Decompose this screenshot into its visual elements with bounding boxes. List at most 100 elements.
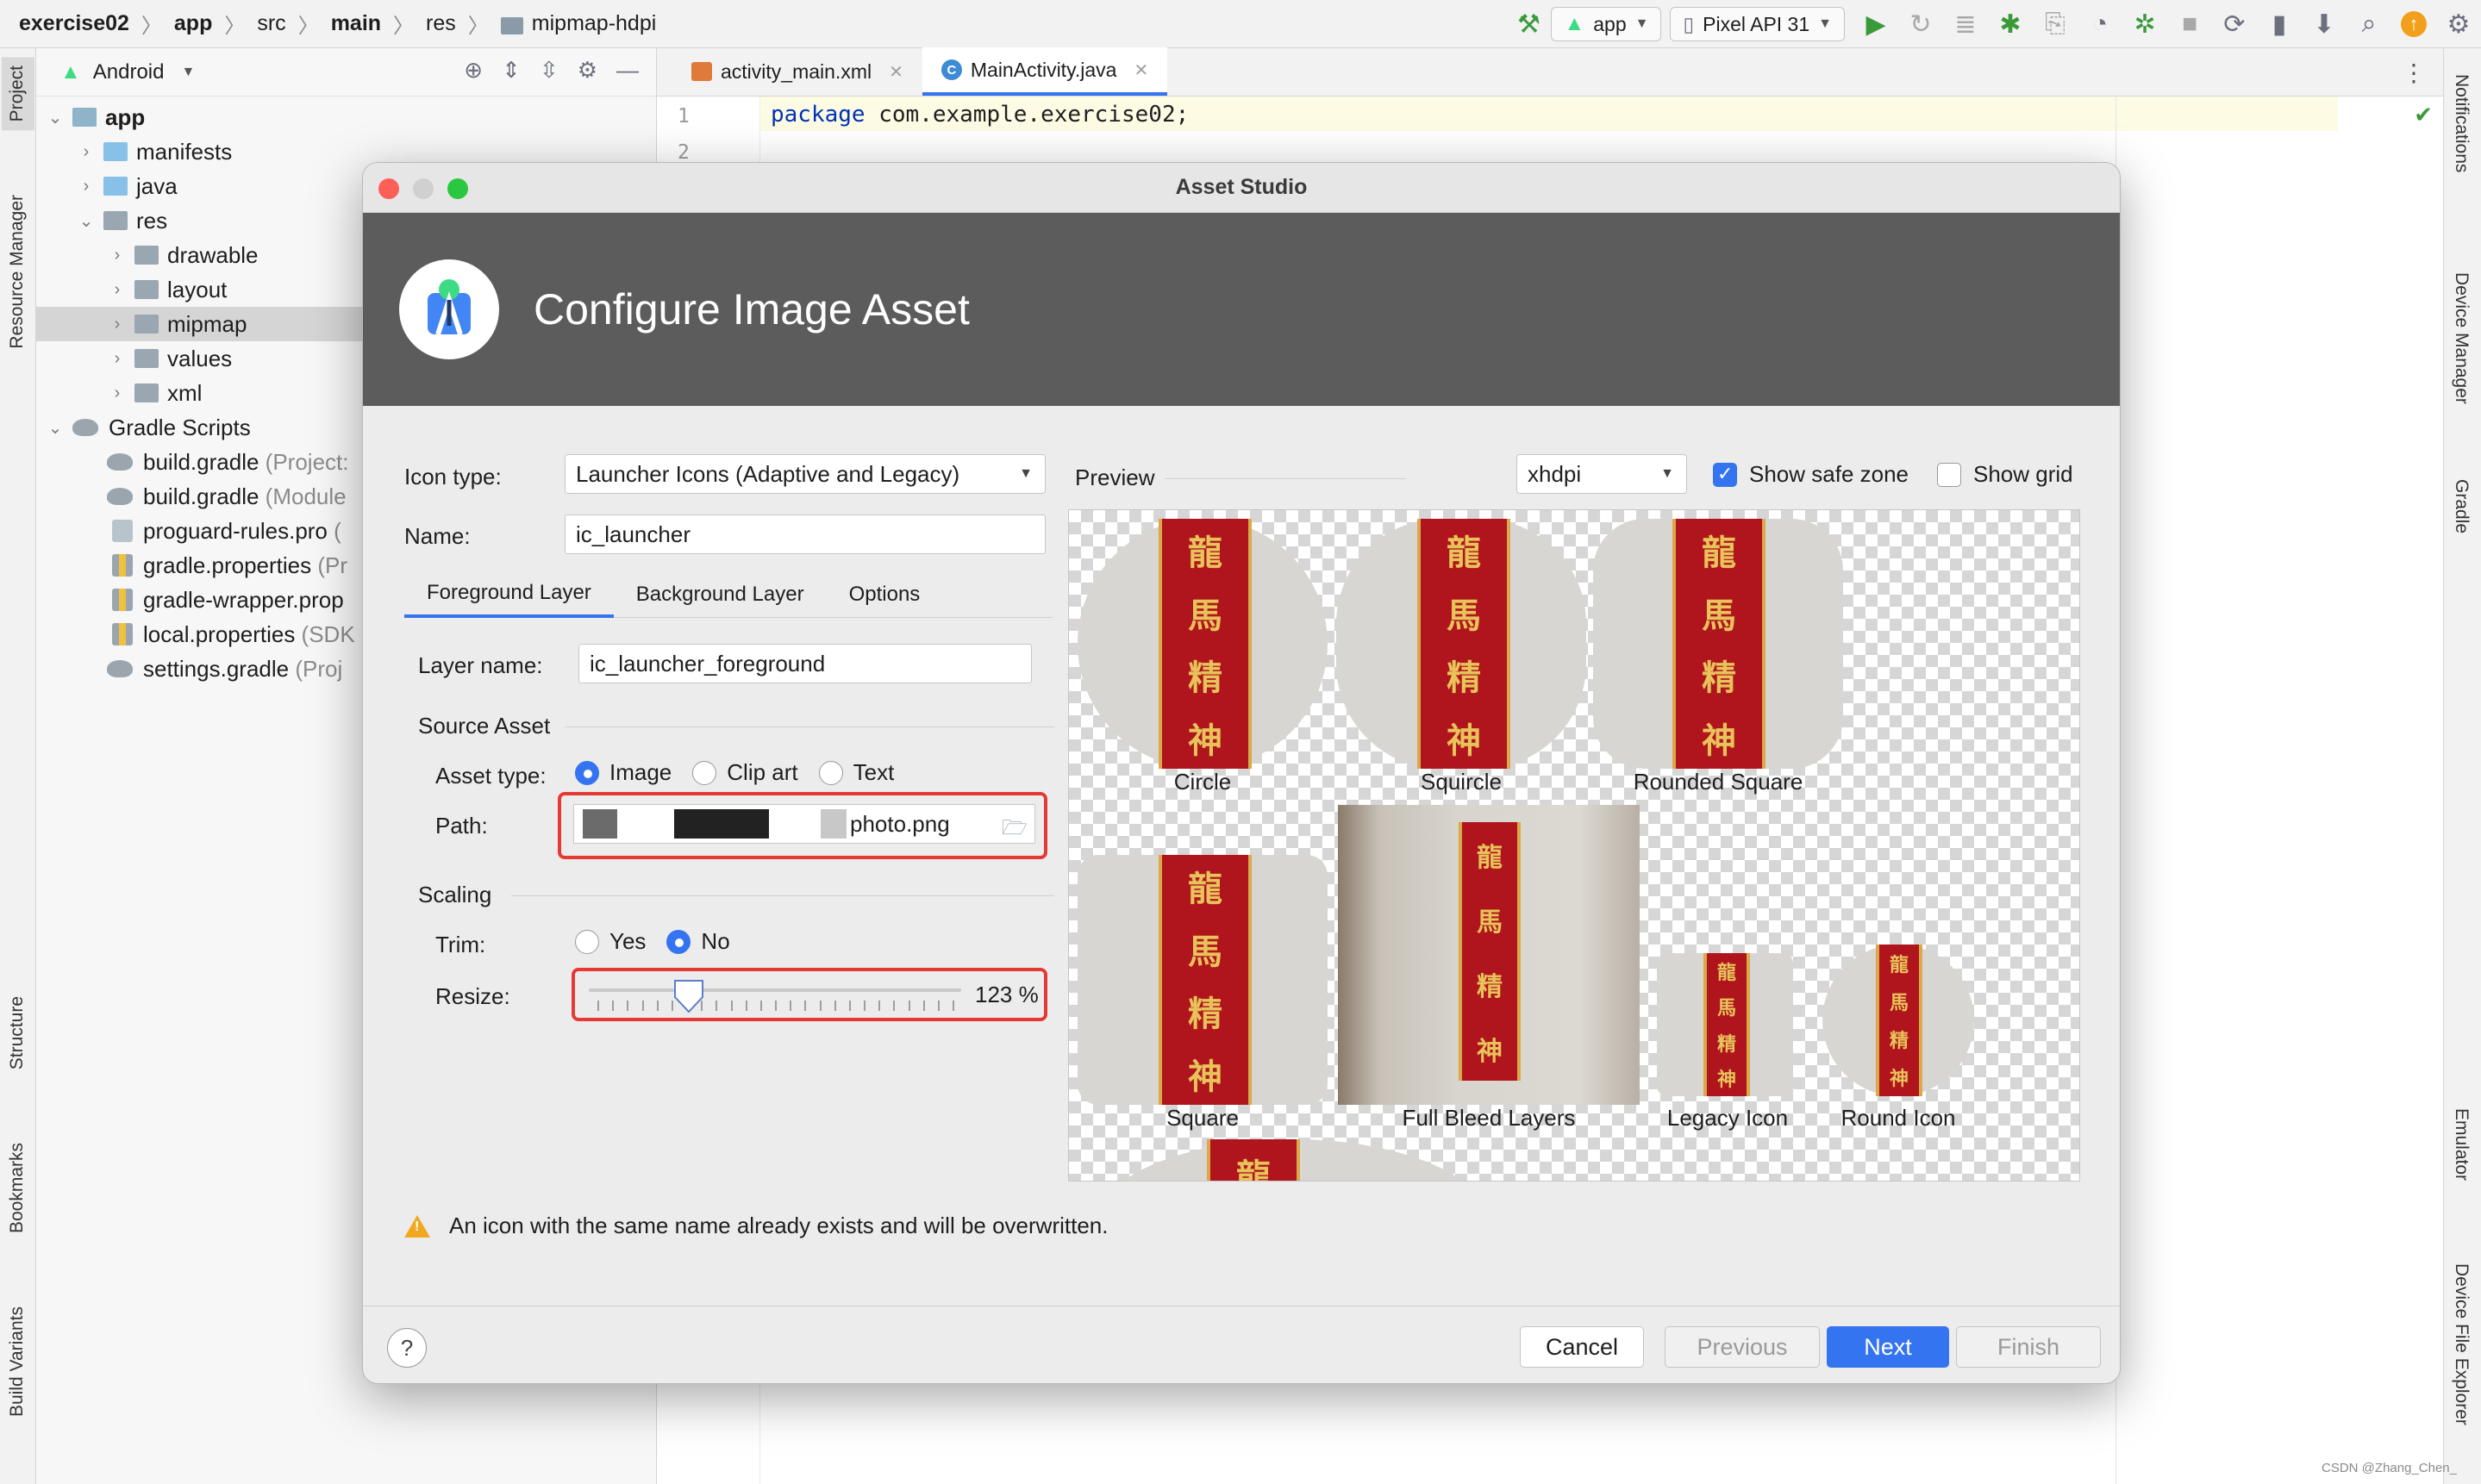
- show-grid-checkbox[interactable]: Show grid: [1937, 461, 2073, 488]
- slider-tick: [612, 1001, 615, 1011]
- radio-label: Text: [853, 759, 895, 785]
- tree-item-hint: (Proj: [295, 655, 343, 682]
- name-input[interactable]: ic_launcher: [565, 514, 1046, 554]
- density-dropdown[interactable]: xhdpi ▼: [1516, 454, 1687, 494]
- minimize-icon[interactable]: —: [616, 57, 639, 84]
- tool-tab-bookmarks[interactable]: Bookmarks: [7, 1143, 28, 1233]
- tool-tab-resource-manager[interactable]: Resource Manager: [7, 195, 28, 349]
- more-icon[interactable]: ⋮: [2402, 59, 2426, 87]
- next-button[interactable]: Next: [1827, 1326, 1949, 1368]
- tab-foreground-layer[interactable]: Foreground Layer: [404, 571, 614, 618]
- chevron-down-icon: ⌄: [47, 418, 63, 438]
- chevron-right-icon: ›: [114, 245, 121, 265]
- watermark: CSDN @Zhang_Chen_: [2322, 1461, 2457, 1475]
- sync-gradle-icon[interactable]: ⟳: [2212, 0, 2257, 48]
- tool-tab-structure[interactable]: Structure: [7, 996, 28, 1069]
- trim-yes-radio[interactable]: Yes: [575, 928, 646, 955]
- folder-icon: [134, 349, 159, 368]
- debug-icon[interactable]: ✱: [1988, 0, 2033, 48]
- expand-all-icon[interactable]: ⇕: [502, 57, 521, 84]
- icon-type-dropdown[interactable]: Launcher Icons (Adaptive and Legacy) ▼: [565, 454, 1046, 494]
- code-line[interactable]: package com.example.exercise02;: [771, 102, 1189, 128]
- asset-type-clip-art-radio[interactable]: Clip art: [692, 759, 798, 786]
- close-window-button[interactable]: [378, 178, 399, 199]
- maximize-window-button[interactable]: [447, 178, 468, 199]
- locate-icon[interactable]: ⊕: [464, 57, 483, 84]
- folder-icon: [103, 142, 128, 161]
- tab-background-layer[interactable]: Background Layer: [614, 571, 827, 618]
- sdk-manager-icon[interactable]: ⬇: [2302, 0, 2347, 48]
- breadcrumb-item[interactable]: src: [257, 11, 285, 36]
- gear-icon[interactable]: ⚙: [578, 57, 597, 84]
- device-manager-icon[interactable]: ▮: [2257, 0, 2302, 48]
- asset-type-image-radio[interactable]: Image: [575, 759, 672, 786]
- tab-options[interactable]: Options: [827, 571, 943, 618]
- tool-tab-device-manager[interactable]: Device Manager: [2451, 272, 2472, 404]
- close-icon[interactable]: ✕: [1134, 59, 1148, 81]
- chevron-down-icon: ▼: [1660, 466, 1674, 481]
- preview-area: 龍馬精神 Circle 龍馬精神 Squircle 龍馬精神 Rounded S…: [1068, 509, 2080, 1182]
- slider-tick: [627, 1001, 629, 1011]
- section-divider: [511, 895, 1054, 896]
- run-icon[interactable]: ▶: [1853, 0, 1898, 48]
- folder-open-icon[interactable]: 🗁: [1002, 813, 1028, 839]
- line-number: 2: [678, 141, 690, 164]
- trim-no-radio[interactable]: No: [666, 928, 730, 955]
- asset-type-text-radio[interactable]: Text: [818, 759, 895, 786]
- breadcrumb-item[interactable]: main: [331, 11, 381, 36]
- banner-glyph: 馬: [1889, 992, 1909, 1014]
- icon-type-label: Icon type:: [404, 464, 502, 489]
- help-button[interactable]: ?: [387, 1328, 427, 1368]
- previous-button[interactable]: Previous: [1665, 1326, 1820, 1368]
- run-config-selector[interactable]: ▲ app ▼: [1551, 7, 1662, 41]
- apply-changes-icon[interactable]: ↻: [1898, 0, 1943, 48]
- slider-thumb[interactable]: [672, 978, 705, 1014]
- navigation-bar: exercise02 〉 app 〉 src 〉 main 〉 res 〉 mi…: [0, 0, 2481, 48]
- tab-main-activity-java[interactable]: C MainActivity.java ✕: [922, 47, 1168, 96]
- breadcrumb: exercise02 〉 app 〉 src 〉 main 〉 res 〉 mi…: [0, 9, 656, 39]
- resize-slider[interactable]: [589, 978, 961, 1016]
- tree-item-hint: (: [334, 517, 341, 544]
- debug-attach-icon[interactable]: ✲: [2122, 0, 2167, 48]
- preview-label: Preview: [1075, 465, 1155, 490]
- finish-button[interactable]: Finish: [1956, 1326, 2101, 1368]
- tool-tab-emulator[interactable]: Emulator: [2451, 1108, 2472, 1181]
- preview-full-bleed: 龍馬精神: [1338, 805, 1640, 1105]
- tool-tab-notifications[interactable]: Notifications: [2451, 74, 2472, 172]
- search-icon[interactable]: ⌕: [2347, 0, 2391, 48]
- layer-name-input[interactable]: ic_launcher_foreground: [578, 644, 1032, 683]
- close-icon[interactable]: ✕: [889, 61, 903, 83]
- apply-code-changes-icon[interactable]: ≣: [1943, 0, 1988, 48]
- stop-icon[interactable]: ■: [2167, 0, 2212, 48]
- banner-glyph: 龍: [1716, 961, 1736, 984]
- radio-unselected: [575, 929, 599, 954]
- profile-icon[interactable]: ◔: [2078, 0, 2122, 48]
- breadcrumb-item[interactable]: app: [174, 11, 212, 36]
- update-icon[interactable]: ↑: [2391, 0, 2436, 48]
- minimize-window-button[interactable]: [413, 178, 434, 199]
- hammer-icon[interactable]: ⚒: [1506, 0, 1551, 48]
- resize-value: 123 %: [975, 982, 1039, 1007]
- line-number: 1: [678, 105, 690, 128]
- left-tool-strip: Project Resource Manager Structure Bookm…: [0, 48, 36, 1484]
- tree-item-app[interactable]: ⌄ app: [36, 100, 656, 134]
- path-input[interactable]: photo.png 🗁: [573, 804, 1035, 844]
- breadcrumb-item[interactable]: res: [426, 11, 456, 36]
- show-safe-zone-checkbox[interactable]: Show safe zone: [1713, 461, 1909, 488]
- tab-activity-main-xml[interactable]: activity_main.xml ✕: [672, 47, 922, 96]
- collapse-all-icon[interactable]: ⇳: [540, 57, 559, 84]
- warning-icon: [404, 1214, 430, 1238]
- breadcrumb-item[interactable]: exercise02: [19, 11, 129, 36]
- breadcrumb-item[interactable]: mipmap-hdpi: [532, 11, 657, 36]
- tree-item-label: build.gradle: [143, 448, 259, 475]
- attach-debugger-icon[interactable]: ⎘: [2033, 0, 2078, 48]
- tool-tab-device-file-explorer[interactable]: Device File Explorer: [2451, 1263, 2472, 1425]
- tool-tab-build-variants[interactable]: Build Variants: [7, 1306, 28, 1417]
- device-selector[interactable]: ▯ Pixel API 31 ▼: [1670, 7, 1845, 41]
- folder-icon: [500, 16, 523, 34]
- settings-icon[interactable]: ⚙: [2436, 0, 2481, 48]
- tool-tab-gradle[interactable]: Gradle: [2451, 479, 2472, 533]
- trim-label: Trim:: [435, 932, 486, 957]
- cancel-button[interactable]: Cancel: [1520, 1326, 1644, 1368]
- tool-tab-project[interactable]: Project: [2, 57, 34, 131]
